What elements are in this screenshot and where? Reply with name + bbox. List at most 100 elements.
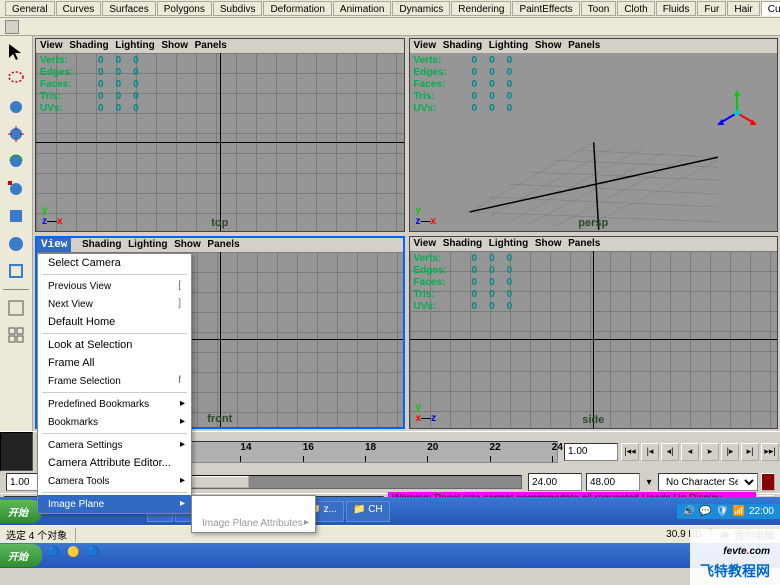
shelf-bar	[0, 18, 780, 36]
layout-b[interactable]	[2, 377, 30, 402]
menu-default-home[interactable]: Default Home	[38, 313, 191, 331]
menu-import-image[interactable]: Import Image...	[192, 496, 315, 514]
shelf-tab-rendering[interactable]: Rendering	[451, 1, 511, 16]
menu-camera-tools[interactable]: Camera Tools▸	[38, 472, 191, 490]
range-end-field[interactable]	[528, 473, 582, 491]
tray-icon[interactable]: 📶	[733, 506, 745, 517]
shelf-tab-fur[interactable]: Fur	[697, 1, 726, 16]
ql-icon[interactable]: 🔵	[47, 547, 65, 565]
character-set-select[interactable]: No Character Set	[658, 473, 758, 491]
view-context-menu: Select Camera Previous View[ Next View] …	[37, 253, 192, 514]
windows-taskbar-2: 开始 🔵🟡🔵	[0, 543, 780, 568]
last-tool[interactable]	[2, 259, 30, 284]
viewport-grid: View Shading Lighting Show Panels Verts:…	[33, 36, 780, 431]
hud-stats: Verts:000Edges:000Faces:000Tris:000UVs:0…	[414, 253, 513, 313]
shelf-tab-general[interactable]: General	[5, 1, 55, 16]
clock[interactable]: 22:00	[749, 506, 774, 517]
rewind-button[interactable]: |◂◂	[621, 443, 639, 461]
layout-four[interactable]	[2, 322, 30, 347]
shelf-tab-surfaces[interactable]: Surfaces	[102, 1, 155, 16]
axis-gizmo: yx—z	[416, 402, 437, 424]
menu-image-plane[interactable]: Image Plane▸ Import Image... Image Plane…	[38, 495, 191, 513]
move-tool[interactable]	[2, 121, 30, 146]
shelf-tabs: GeneralCurvesSurfacesPolygonsSubdivsDefo…	[0, 0, 780, 18]
vp-label: persp	[578, 217, 608, 229]
vp-menu[interactable]: View Shading Lighting Show Panels	[36, 39, 404, 53]
status-selection: 选定 4 个对象	[6, 527, 67, 542]
menu-camera-attr-editor[interactable]: Camera Attribute Editor...	[38, 454, 191, 472]
system-tray[interactable]: 🔊 💬 🛡 📶 22:00	[677, 504, 780, 519]
start-button[interactable]: 开始	[0, 544, 42, 567]
menu-image-plane-attributes: Image Plane Attributes▸	[192, 514, 315, 532]
manip-tool[interactable]	[2, 204, 30, 229]
shelf-tab-deformation[interactable]: Deformation	[263, 1, 331, 16]
time-current-indicator	[0, 432, 33, 471]
vp-label: side	[582, 414, 604, 426]
shelf-toggle[interactable]	[5, 20, 19, 34]
axis-gizmo: yz—x	[42, 205, 63, 227]
ql-icon[interactable]: 🟡	[67, 547, 85, 565]
vp-menu[interactable]: View Shading Lighting Show Panels	[410, 39, 778, 53]
play-back-button[interactable]: ◂	[681, 443, 699, 461]
vp-label: top	[211, 217, 228, 229]
ql-icon[interactable]: 🔵	[87, 547, 105, 565]
axis-gizmo: yz—x	[416, 205, 437, 227]
shelf-tab-fluids[interactable]: Fluids	[656, 1, 697, 16]
tray-icon[interactable]: 🔊	[683, 506, 695, 517]
rotate-tool[interactable]	[2, 149, 30, 174]
taskbar-task[interactable]: 📁 CH	[346, 501, 390, 522]
shelf-tab-hair[interactable]: Hair	[727, 1, 759, 16]
vp-menu[interactable]: Shading Lighting Show Panels	[71, 238, 243, 252]
current-frame-field[interactable]	[564, 443, 618, 461]
tray-icon[interactable]: 🛡	[716, 506, 729, 517]
step-back-button[interactable]: |◂	[641, 443, 659, 461]
view-cube[interactable]	[712, 88, 762, 138]
layout-single[interactable]	[2, 295, 30, 320]
paint-select-tool[interactable]	[2, 94, 30, 119]
char-set-toggle[interactable]: ▾	[642, 477, 656, 488]
hud-stats: Verts:000Edges:000Faces:000Tris:000UVs:0…	[40, 55, 139, 115]
select-tool[interactable]	[2, 39, 30, 64]
shelf-tab-toon[interactable]: Toon	[581, 1, 617, 16]
vp-label: front	[207, 413, 232, 425]
watermark: fevte.com 飞特教程网	[690, 529, 780, 585]
shelf-tab-cloth[interactable]: Cloth	[617, 1, 654, 16]
menu-frame-all[interactable]: Frame All	[38, 354, 191, 372]
shelf-tab-polygons[interactable]: Polygons	[157, 1, 212, 16]
menu-camera-settings[interactable]: Camera Settings▸	[38, 436, 191, 454]
vp-view-menu-active[interactable]: View	[37, 238, 71, 252]
play-button[interactable]: ▸	[701, 443, 719, 461]
scale-tool[interactable]	[2, 176, 30, 201]
soft-mod-tool[interactable]	[2, 231, 30, 256]
menu-bookmarks[interactable]: Bookmarks▸	[38, 413, 191, 431]
prev-key-button[interactable]: ◂|	[661, 443, 679, 461]
menu-next-view[interactable]: Next View]	[38, 295, 191, 313]
shelf-tab-custom[interactable]: Custom	[761, 1, 780, 16]
shelf-tab-curves[interactable]: Curves	[56, 1, 102, 16]
viewport-persp[interactable]: View Shading Lighting Show Panels V	[409, 38, 779, 232]
autokey-button[interactable]	[761, 473, 775, 491]
lasso-tool[interactable]	[2, 66, 30, 91]
viewport-top[interactable]: View Shading Lighting Show Panels Verts:…	[35, 38, 405, 232]
start-button[interactable]: 开始	[0, 500, 42, 523]
layout-a[interactable]	[2, 350, 30, 375]
shelf-tab-dynamics[interactable]: Dynamics	[392, 1, 450, 16]
layout-c[interactable]	[2, 405, 30, 430]
toolbox	[0, 36, 33, 431]
range-max-field[interactable]	[586, 473, 640, 491]
viewport-front[interactable]: View Shading Lighting Show Panels front …	[35, 236, 405, 430]
tray-icon[interactable]: 💬	[699, 506, 711, 517]
forward-end-button[interactable]: ▸▸|	[761, 443, 779, 461]
shelf-tab-subdivs[interactable]: Subdivs	[213, 1, 263, 16]
menu-predefined-bookmarks[interactable]: Predefined Bookmarks▸	[38, 395, 191, 413]
menu-previous-view[interactable]: Previous View[	[38, 277, 191, 295]
viewport-side[interactable]: View Shading Lighting Show Panels Verts:…	[409, 236, 779, 430]
menu-frame-selection[interactable]: Frame Selectionf	[38, 372, 191, 390]
next-key-button[interactable]: |▸	[721, 443, 739, 461]
vp-menu[interactable]: View Shading Lighting Show Panels	[410, 237, 778, 251]
menu-select-camera[interactable]: Select Camera	[38, 254, 191, 272]
shelf-tab-animation[interactable]: Animation	[333, 1, 391, 16]
step-fwd-button[interactable]: ▸|	[741, 443, 759, 461]
shelf-tab-painteffects[interactable]: PaintEffects	[512, 1, 579, 16]
menu-look-at-selection[interactable]: Look at Selection	[38, 336, 191, 354]
